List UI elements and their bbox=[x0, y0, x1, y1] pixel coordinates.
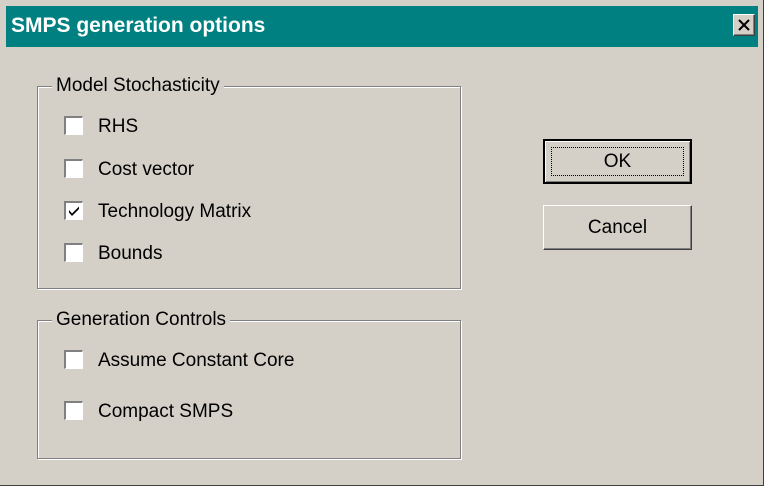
model-stochasticity-label: Model Stochasticity bbox=[52, 74, 224, 98]
focus-rectangle bbox=[551, 147, 684, 176]
cost-vector-label: Cost vector bbox=[98, 159, 195, 180]
rhs-checkbox[interactable] bbox=[64, 116, 83, 135]
cancel-button[interactable]: Cancel bbox=[543, 205, 692, 250]
bounds-label: Bounds bbox=[98, 243, 163, 264]
cost-vector-checkbox[interactable] bbox=[64, 159, 83, 178]
cancel-button-label: Cancel bbox=[587, 216, 648, 238]
generation-controls-label: Generation Controls bbox=[52, 308, 231, 332]
compact-smps-checkbox[interactable] bbox=[64, 401, 83, 420]
close-button[interactable] bbox=[733, 14, 755, 36]
rhs-label: RHS bbox=[98, 116, 139, 137]
generation-controls-group: Generation Controls Assume Constant Core… bbox=[37, 308, 461, 459]
bounds-checkbox[interactable] bbox=[64, 243, 83, 262]
ok-button[interactable]: OK bbox=[543, 139, 692, 184]
checkmark-icon bbox=[69, 206, 79, 216]
title-bar[interactable]: SMPS generation options bbox=[6, 6, 758, 47]
technology-matrix-label: Technology Matrix bbox=[98, 201, 252, 222]
smps-options-dialog: SMPS generation options Model Stochastic… bbox=[0, 0, 764, 486]
technology-matrix-checkbox[interactable] bbox=[64, 201, 83, 220]
assume-constant-core-label: Assume Constant Core bbox=[98, 350, 295, 371]
assume-constant-core-checkbox[interactable] bbox=[64, 350, 83, 369]
close-icon bbox=[738, 19, 750, 31]
model-stochasticity-group: Model Stochasticity RHS Cost vector Tech… bbox=[37, 74, 461, 289]
compact-smps-label: Compact SMPS bbox=[98, 401, 234, 422]
dialog-title: SMPS generation options bbox=[11, 14, 266, 37]
